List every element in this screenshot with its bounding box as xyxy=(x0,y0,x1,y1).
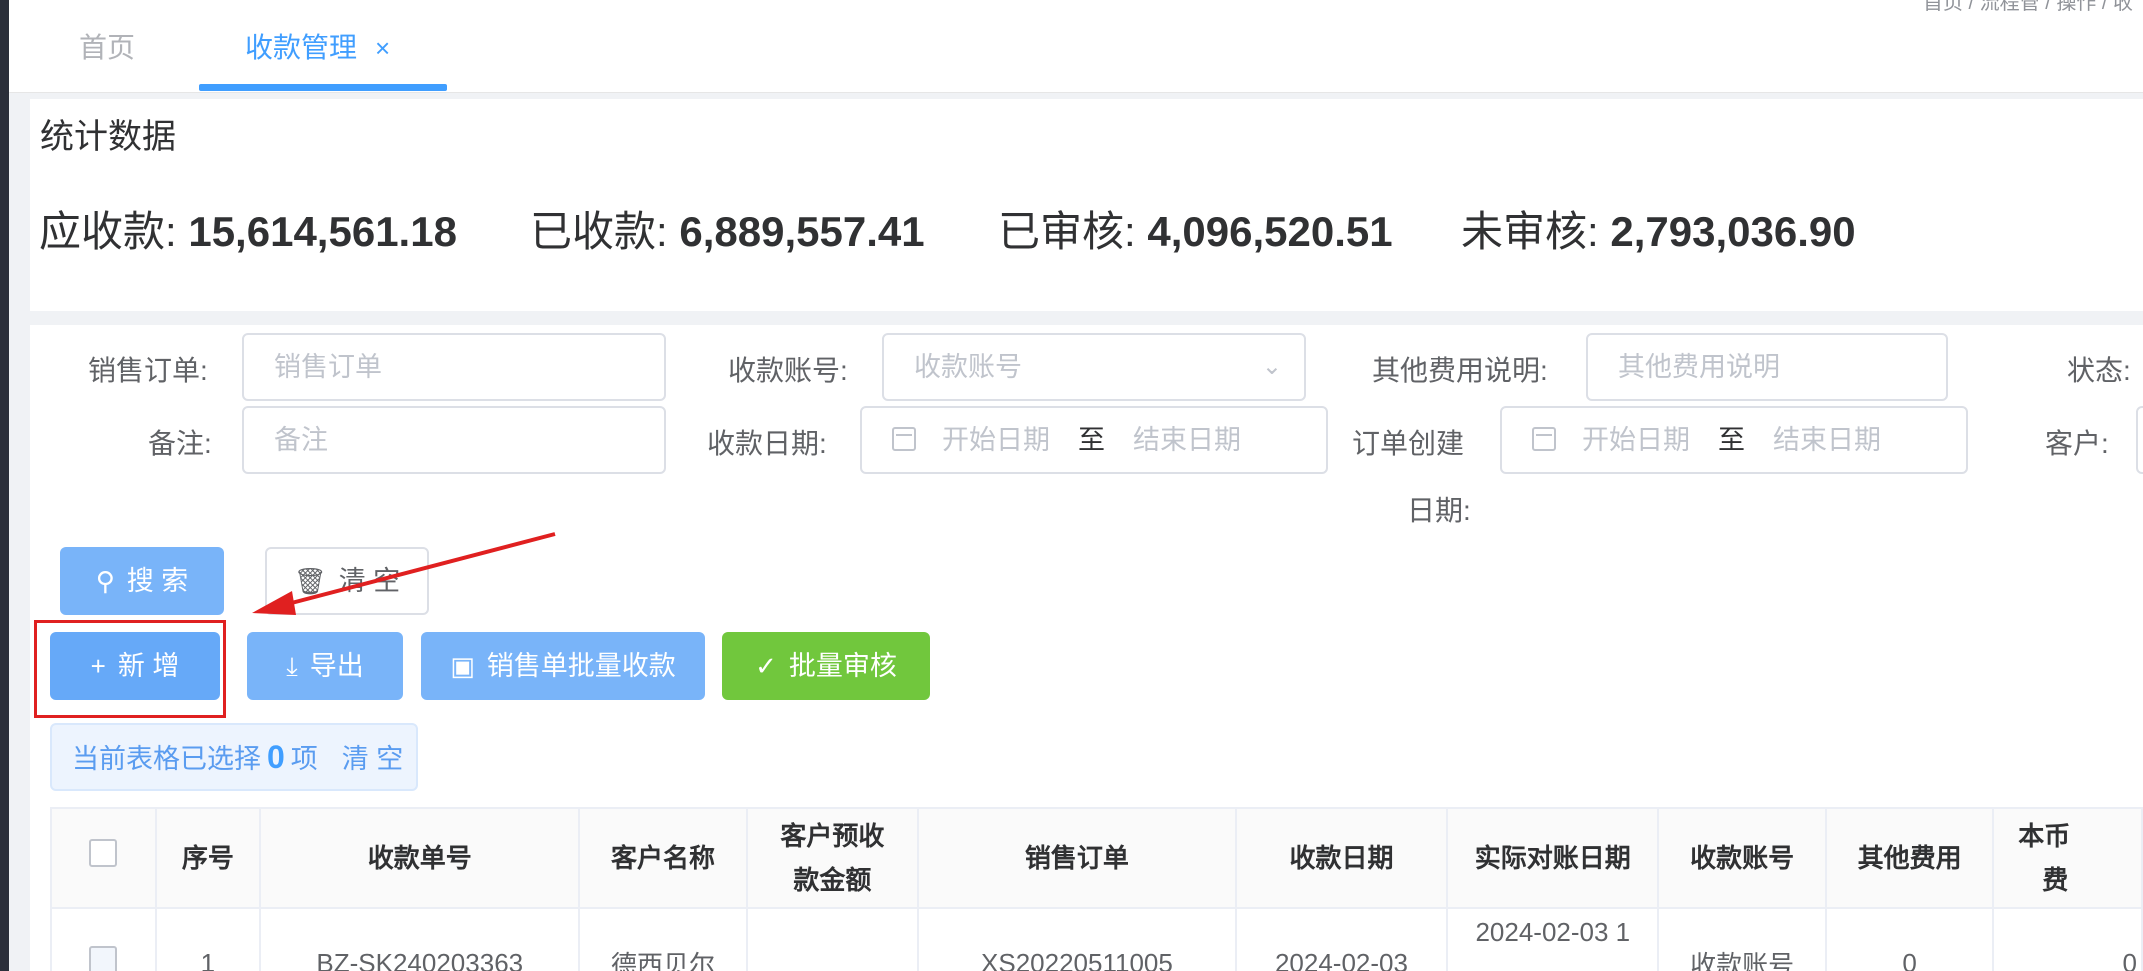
stat-label: 应收款: xyxy=(39,208,177,255)
other-fee-label: 其他费用说明: xyxy=(1372,355,1548,386)
tab-home[interactable]: 首页 xyxy=(79,0,135,93)
order-create-label-line1: 订单创建 xyxy=(1352,428,1465,459)
clear-selection-link[interactable]: 清 空 xyxy=(342,744,404,774)
batch-collect-button-label: 销售单批量收款 xyxy=(486,651,676,681)
statistics-panel: 统计数据 应收款: 15,614,561.18 已收款: 6,889,557.4… xyxy=(30,99,2143,311)
end-date: 结束日期 xyxy=(1773,425,1881,455)
column-header: 收款日期 xyxy=(1234,807,1449,909)
header-line: 费 xyxy=(2042,865,2069,895)
column-header: 收款账号 xyxy=(1657,807,1827,909)
tab-label: 收款管理 xyxy=(245,32,358,63)
account-label: 收款账号: xyxy=(728,355,848,386)
row-select-cell xyxy=(50,907,157,971)
receipt-date-label: 收款日期: xyxy=(707,428,827,459)
customer-select[interactable] xyxy=(2136,406,2143,474)
batch-audit-button[interactable]: ✓ 批量审核 xyxy=(722,632,930,700)
batch-audit-button-label: 批量审核 xyxy=(788,651,897,681)
column-header: 收款单号 xyxy=(259,807,581,909)
stat-label: 已审核: xyxy=(998,208,1136,255)
select-all-checkbox[interactable] xyxy=(89,839,118,867)
tab-receipt-management[interactable]: 收款管理 × xyxy=(245,0,390,93)
column-header: 销售订单 xyxy=(917,807,1237,909)
header-line: 款金额 xyxy=(793,865,872,895)
table-cell: 0 xyxy=(1824,907,1995,971)
column-header: 序号 xyxy=(154,807,262,909)
table-row: 1 BZ-SK240203363 德西贝尔 XS20220511005 2024… xyxy=(50,907,2143,971)
other-fee-input[interactable]: 其他费用说明 xyxy=(1586,333,1948,401)
active-tab-indicator xyxy=(199,84,447,91)
range-separator: 至 xyxy=(1718,425,1745,455)
table-cell: 德西贝尔 xyxy=(578,907,748,971)
breadcrumb: 首页 / 流程管 / 操作 / 收 xyxy=(1922,0,2133,14)
table-cell: 2024-02-03 xyxy=(1234,907,1449,971)
stat-value: 2,793,036.90 xyxy=(1610,208,1856,255)
header-line: 本币 xyxy=(2018,821,2071,851)
wallet-icon: ▣ xyxy=(450,651,475,681)
selection-prefix: 当前表格已选择 xyxy=(72,744,261,774)
stat-unaudited: 未审核: 2,793,036.90 xyxy=(1461,198,1856,259)
start-date: 开始日期 xyxy=(942,425,1050,455)
table-cell xyxy=(745,907,920,971)
export-button-label: 导出 xyxy=(309,651,364,681)
column-header: 客户名称 xyxy=(578,807,748,909)
calendar-icon xyxy=(892,426,916,451)
export-button[interactable]: ⤓ 导出 xyxy=(247,632,403,700)
app-sidebar-edge xyxy=(0,0,9,971)
column-header: 本币费 xyxy=(1992,807,2143,909)
table-cell: 0 xyxy=(1992,907,2143,971)
check-icon: ✓ xyxy=(755,651,777,681)
selection-count: 0 xyxy=(267,739,285,775)
batch-collect-button[interactable]: ▣ 销售单批量收款 xyxy=(421,632,705,700)
column-header: 客户预收 款金额 xyxy=(745,807,920,909)
customer-label: 客户: xyxy=(2045,428,2109,459)
start-date: 开始日期 xyxy=(1582,425,1690,455)
table-cell: 2024-02-03 1 xyxy=(1446,907,1660,971)
receipt-no-link[interactable]: BZ-SK240203363 xyxy=(259,907,581,971)
close-icon[interactable]: × xyxy=(375,33,390,63)
stat-label: 未审核: xyxy=(1461,208,1599,255)
tab-bar: 首页 收款管理 × 首页 / 流程管 / 操作 / 收 xyxy=(9,0,2143,93)
select-all-cell xyxy=(50,807,157,909)
statistics-title: 统计数据 xyxy=(40,118,176,156)
account-placeholder: 收款账号 xyxy=(914,352,1022,382)
main-panel: 销售订单: 销售订单 收款账号: 收款账号 ⌄ 其他费用说明: 其他费用说明 状… xyxy=(30,325,2143,971)
highlight-annotation xyxy=(34,620,226,718)
stat-receivable: 应收款: 15,614,561.18 xyxy=(39,198,457,259)
chevron-down-icon: ⌄ xyxy=(1261,353,1282,380)
stat-value: 6,889,557.41 xyxy=(679,208,925,255)
selection-info: 当前表格已选择 0 项清 空 xyxy=(50,723,418,791)
calendar-icon xyxy=(1532,426,1556,451)
order-create-label-line2: 日期: xyxy=(1407,495,1471,526)
stat-label: 已收款: xyxy=(530,208,668,255)
stat-received: 已收款: 6,889,557.41 xyxy=(530,198,925,259)
sales-order-link[interactable]: XS20220511005 xyxy=(917,907,1237,971)
selection-suffix: 项 xyxy=(290,744,318,774)
table-header-row: 序号 收款单号 客户名称 客户预收款金额 销售订单 收款日期 实际对账日期 收款… xyxy=(50,807,2143,909)
stat-audited: 已审核: 4,096,520.51 xyxy=(998,198,1393,259)
receipt-date-range[interactable]: 开始日期至结束日期 xyxy=(860,406,1328,474)
status-label: 状态: xyxy=(2067,355,2131,386)
table-cell: 1 xyxy=(154,907,262,971)
column-header: 实际对账日期 xyxy=(1446,807,1660,909)
row-checkbox[interactable] xyxy=(89,945,118,971)
header-line: 客户预收 xyxy=(780,821,885,851)
stat-value: 4,096,520.51 xyxy=(1147,208,1393,255)
range-separator: 至 xyxy=(1078,425,1105,455)
end-date: 结束日期 xyxy=(1133,425,1241,455)
stat-value: 15,614,561.18 xyxy=(188,208,457,255)
table-cell: 收款账号 xyxy=(1657,907,1827,971)
order-create-date-range[interactable]: 开始日期至结束日期 xyxy=(1500,406,1968,474)
annotation-arrow xyxy=(252,532,556,615)
column-header: 其他费用 xyxy=(1824,807,1995,909)
download-icon: ⤓ xyxy=(286,651,298,681)
receipts-table: 序号 收款单号 客户名称 客户预收款金额 销售订单 收款日期 实际对账日期 收款… xyxy=(50,807,2143,971)
account-select[interactable]: 收款账号 ⌄ xyxy=(882,333,1306,401)
